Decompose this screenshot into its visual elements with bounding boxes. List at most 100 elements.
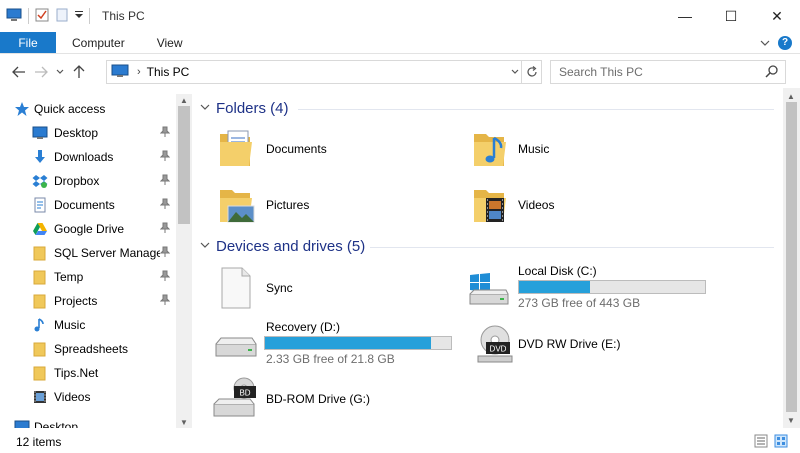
breadcrumb-chevron-icon[interactable]: › (137, 66, 141, 78)
sidebar-item-label: Temp (54, 270, 84, 284)
sidebar-item-documents[interactable]: Documents (0, 194, 176, 216)
folder-tile-pictures[interactable]: Pictures (216, 184, 456, 226)
minimize-button[interactable]: — (662, 0, 708, 32)
windows-drive-icon (466, 270, 510, 311)
tab-computer[interactable]: Computer (56, 32, 141, 53)
tile-label: Pictures (266, 198, 310, 212)
pin-icon[interactable] (159, 150, 171, 162)
search-input[interactable]: Search This PC (550, 60, 786, 84)
drive-usage-bar (264, 336, 452, 350)
dvd-badge: DVD (490, 345, 507, 354)
folder-icon (32, 269, 48, 285)
music-note-icon (32, 317, 48, 333)
google-drive-icon (32, 221, 48, 237)
pin-icon[interactable] (159, 246, 171, 258)
scroll-down-icon[interactable]: ▼ (176, 416, 192, 428)
back-button[interactable] (8, 60, 30, 84)
sidebar-item-music[interactable]: Music (0, 314, 176, 336)
status-bar: 12 items (0, 430, 800, 453)
tab-file[interactable]: File (0, 32, 56, 53)
sidebar-item-google-drive[interactable]: Google Drive (0, 218, 176, 240)
content-scrollbar-thumb[interactable] (786, 102, 797, 412)
group-title: Folders (4) (216, 100, 289, 117)
refresh-button[interactable] (521, 61, 541, 83)
tile-label: Videos (518, 198, 555, 212)
scroll-down-icon[interactable]: ▼ (783, 414, 799, 426)
pin-icon[interactable] (159, 126, 171, 138)
devices-group-header[interactable]: Devices and drives (5) (200, 238, 365, 255)
drive-usage-fill (265, 337, 432, 349)
new-folder-icon[interactable] (55, 8, 69, 25)
title-bar: This PC — ☐ ✕ (0, 0, 800, 32)
content-scrollbar[interactable]: ▲ ▼ (783, 88, 800, 428)
recent-locations-button[interactable] (52, 60, 68, 84)
desktop-icon (32, 125, 48, 141)
star-icon (14, 101, 30, 120)
customize-toolbar-dropdown-icon[interactable] (75, 9, 83, 23)
forward-button[interactable] (30, 60, 52, 84)
download-arrow-icon (32, 149, 48, 165)
sidebar-item-tips-net[interactable]: Tips.Net (0, 362, 176, 384)
drive-usage-fill (519, 281, 591, 293)
drive-tile-bd-rom-g[interactable]: BD BD-ROM Drive (G:) (212, 374, 462, 420)
this-pc-icon[interactable] (6, 8, 22, 25)
sidebar-item-temp[interactable]: Temp (0, 266, 176, 288)
search-icon[interactable] (765, 64, 779, 81)
sidebar-item-desktop[interactable]: Desktop (0, 122, 176, 144)
folder-tile-documents[interactable]: Documents (216, 128, 456, 170)
close-button[interactable]: ✕ (754, 0, 800, 32)
navigation-pane: Quick access Desktop Downloads Dropbox D… (0, 94, 192, 428)
divider (370, 247, 774, 248)
maximize-button[interactable]: ☐ (708, 0, 754, 32)
pin-icon[interactable] (159, 222, 171, 234)
pin-icon[interactable] (159, 174, 171, 186)
folder-tile-music[interactable]: Music (470, 128, 710, 170)
documents-icon (32, 197, 48, 213)
pin-icon[interactable] (159, 198, 171, 210)
sidebar-item-downloads[interactable]: Downloads (0, 146, 176, 168)
tab-view[interactable]: View (141, 32, 199, 53)
sidebar-scrollbar-thumb[interactable] (178, 106, 190, 224)
drive-tile-local-disk-c[interactable]: Local Disk (C:) 273 GB free of 443 GB (466, 262, 716, 310)
drive-tile-dvd-rw-e[interactable]: DVD DVD RW Drive (E:) (474, 320, 714, 366)
dropbox-icon (32, 173, 48, 189)
videos-folder-icon (470, 184, 512, 229)
hard-drive-icon (212, 332, 258, 365)
collapse-chevron-icon[interactable] (200, 241, 214, 252)
pin-icon[interactable] (159, 270, 171, 282)
this-pc-icon (111, 64, 129, 81)
address-dropdown-icon[interactable] (511, 61, 519, 83)
sidebar-item-dropbox[interactable]: Dropbox (0, 170, 176, 192)
sidebar-item-label: Quick access (34, 102, 106, 116)
sidebar-item-videos[interactable]: Videos (0, 386, 176, 408)
pin-icon[interactable] (159, 294, 171, 306)
expand-ribbon-icon[interactable] (760, 36, 770, 50)
sidebar-item-projects[interactable]: Projects (0, 290, 176, 312)
scroll-up-icon[interactable]: ▲ (783, 90, 799, 102)
up-button[interactable] (68, 60, 90, 84)
help-icon[interactable]: ? (778, 35, 792, 50)
separator (89, 8, 90, 24)
sidebar-item-spreadsheets[interactable]: Spreadsheets (0, 338, 176, 360)
collapse-chevron-icon[interactable] (200, 103, 214, 114)
bd-badge: BD (239, 389, 250, 398)
tile-label: Music (518, 142, 550, 156)
address-bar[interactable]: › This PC (106, 60, 542, 84)
folder-icon (32, 341, 48, 357)
drive-tile-sync[interactable]: Sync (216, 266, 456, 310)
sidebar-item-label: Tips.Net (54, 366, 99, 380)
scroll-up-icon[interactable]: ▲ (176, 94, 192, 106)
sidebar-item-label: Dropbox (54, 174, 100, 188)
details-view-icon[interactable] (754, 434, 768, 451)
breadcrumb[interactable]: This PC (147, 65, 190, 79)
sidebar-item-quick-access[interactable]: Quick access (0, 98, 176, 120)
folders-group-header[interactable]: Folders (4) (200, 100, 289, 117)
sidebar-scrollbar[interactable]: ▲ ▼ (176, 94, 192, 428)
drive-tile-recovery-d[interactable]: Recovery (D:) 2.33 GB free of 21.8 GB (212, 318, 462, 368)
sidebar-item-desktop-root[interactable]: Desktop (0, 416, 176, 428)
divider (298, 109, 774, 110)
properties-icon[interactable] (35, 8, 49, 25)
large-icons-view-icon[interactable] (774, 434, 788, 451)
folder-tile-videos[interactable]: Videos (470, 184, 710, 226)
sidebar-item-sql-server-manager[interactable]: SQL Server Manager (0, 242, 176, 264)
